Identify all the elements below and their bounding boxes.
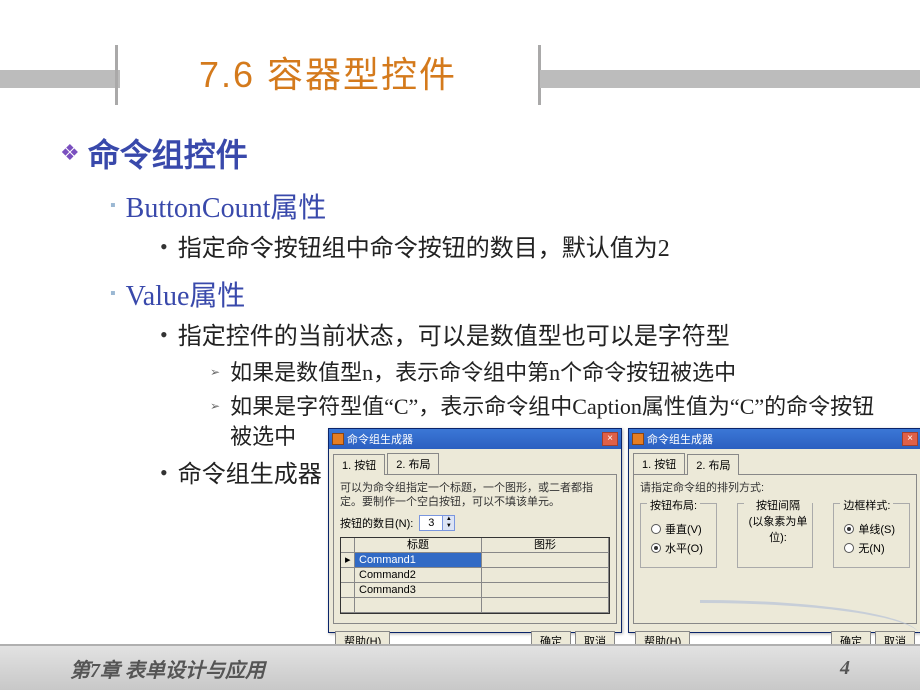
spin-down-icon[interactable]: ▼ (442, 523, 454, 530)
sub-bullet-line: ➢ 如果是数值型n，表示命令组中第n个命令按钮被选中 (210, 358, 890, 388)
table-row[interactable]: Command3 (341, 583, 609, 598)
layout-fieldset: 按钮布局: 垂直(V) 水平(O) (640, 503, 717, 568)
chapter-label: 第7章 表单设计与应用 (70, 654, 265, 683)
dot-bullet-icon: • (160, 232, 168, 262)
row-marker (341, 568, 355, 583)
radio-icon (651, 543, 661, 553)
picture-cell[interactable] (482, 568, 609, 583)
table-row[interactable] (341, 598, 609, 613)
slide-footer: 第7章 表单设计与应用 4 (0, 644, 920, 690)
button-count-row: 按钮的数目(N): ▲▼ (340, 515, 610, 531)
close-icon[interactable]: × (902, 432, 918, 446)
section-buttoncount: ▪ ButtonCount属性 (110, 186, 890, 226)
picture-cell[interactable] (482, 553, 609, 568)
picture-cell[interactable] (482, 598, 609, 613)
button-count-spinner[interactable]: ▲▼ (419, 515, 455, 531)
tab-buttons[interactable]: 1. 按钮 (333, 454, 385, 475)
grid-header-picture: 图形 (482, 538, 609, 553)
radio-label: 水平(O) (665, 540, 703, 556)
radio-label: 垂直(V) (665, 521, 702, 537)
diamond-bullet-icon: ❖ (60, 140, 80, 166)
row-marker-icon: ▸ (341, 553, 355, 568)
hint-text: 可以为命令组指定一个标题，一个图形，或二者都指定。要制作一个空白按钮，可以不填该… (340, 481, 610, 509)
count-input[interactable] (420, 517, 442, 529)
title-decor-left (0, 70, 120, 88)
bullet-line: • 指定控件的当前状态，可以是数值型也可以是字符型 (160, 320, 890, 354)
radio-single[interactable]: 单线(S) (844, 521, 899, 537)
caption-cell[interactable] (355, 598, 482, 613)
radio-label: 无(N) (858, 540, 884, 556)
arrow-bullet-icon: ➢ (210, 358, 220, 386)
tab-body-buttons: 可以为命令组指定一个标题，一个图形，或二者都指定。要制作一个空白按钮，可以不填该… (333, 474, 617, 624)
border-legend: 边框样式: (840, 497, 893, 513)
radio-icon (844, 524, 854, 534)
radio-horizontal[interactable]: 水平(O) (651, 540, 706, 556)
radio-icon (844, 543, 854, 553)
spacing-fieldset: 按钮间隔 (以象素为单位): ▲▼ (737, 503, 814, 568)
radio-none[interactable]: 无(N) (844, 540, 899, 556)
count-label: 按钮的数目(N): (340, 515, 413, 531)
dialog-titlebar: 命令组生成器 × (329, 429, 621, 449)
command-group-builder-dialog-buttons: 命令组生成器 × 1. 按钮 2. 布局 可以为命令组指定一个标题，一个图形，或… (328, 428, 622, 633)
grid-header-caption: 标题 (355, 538, 482, 553)
spin-up-icon[interactable]: ▲ (442, 516, 454, 523)
caption-cell[interactable]: Command2 (355, 568, 482, 583)
title-decor-right (540, 70, 920, 88)
bullet-line: • 指定命令按钮组中命令按钮的数目，默认值为2 (160, 232, 890, 266)
tab-layout[interactable]: 2. 布局 (687, 454, 739, 475)
caption-cell[interactable]: Command1 (355, 553, 482, 568)
tab-layout[interactable]: 2. 布局 (387, 453, 439, 474)
page-number: 4 (840, 657, 850, 680)
arrow-bullet-icon: ➢ (210, 392, 220, 420)
picture-cell[interactable] (482, 583, 609, 598)
grid-corner (341, 538, 355, 553)
slide-title-bar: 7.6 容器型控件 (0, 45, 920, 95)
fox-icon (332, 433, 344, 445)
dialog-title-text: 命令组生成器 (347, 431, 413, 447)
dot-bullet-icon: • (160, 458, 168, 488)
table-row[interactable]: ▸ Command1 (341, 553, 609, 568)
bullet-text: 命令组生成器 (178, 458, 322, 492)
dialog-tabs: 1. 按钮 2. 布局 (333, 453, 617, 474)
fox-icon (632, 433, 644, 445)
spacing-legend: 按钮间隔 (以象素为单位): (744, 497, 813, 545)
radio-icon (651, 524, 661, 534)
section-value: ▪ Value属性 (110, 274, 890, 314)
close-icon[interactable]: × (602, 432, 618, 446)
dialog-title-text: 命令组生成器 (647, 431, 713, 447)
table-row[interactable]: Command2 (341, 568, 609, 583)
dialog-tabs: 1. 按钮 2. 布局 (633, 453, 917, 474)
tab-buttons[interactable]: 1. 按钮 (633, 453, 685, 474)
radio-label: 单线(S) (858, 521, 895, 537)
layout-legend: 按钮布局: (647, 497, 700, 513)
buttons-grid[interactable]: 标题 图形 ▸ Command1 Command2 Command3 (340, 537, 610, 614)
slide-title: 7.6 容器型控件 (115, 45, 541, 105)
sub-text: 如果是数值型n，表示命令组中第n个命令按钮被选中 (230, 358, 736, 388)
radio-vertical[interactable]: 垂直(V) (651, 521, 706, 537)
bullet-text: 指定控件的当前状态，可以是数值型也可以是字符型 (178, 320, 730, 354)
section-head: ButtonCount属性 (126, 186, 327, 226)
border-fieldset: 边框样式: 单线(S) 无(N) (833, 503, 910, 568)
section-head: Value属性 (126, 274, 246, 314)
square-bullet-icon: ▪ (110, 197, 116, 215)
square-bullet-icon: ▪ (110, 285, 116, 303)
h1-text: 命令组控件 (88, 130, 248, 176)
heading-1: ❖ 命令组控件 (60, 130, 890, 176)
row-marker (341, 583, 355, 598)
dot-bullet-icon: • (160, 320, 168, 350)
caption-cell[interactable]: Command3 (355, 583, 482, 598)
row-marker (341, 598, 355, 613)
hint-text: 请指定命令组的排列方式: (640, 481, 910, 495)
bullet-text: 指定命令按钮组中命令按钮的数目，默认值为2 (178, 232, 670, 266)
dialog-titlebar: 命令组生成器 × (629, 429, 920, 449)
